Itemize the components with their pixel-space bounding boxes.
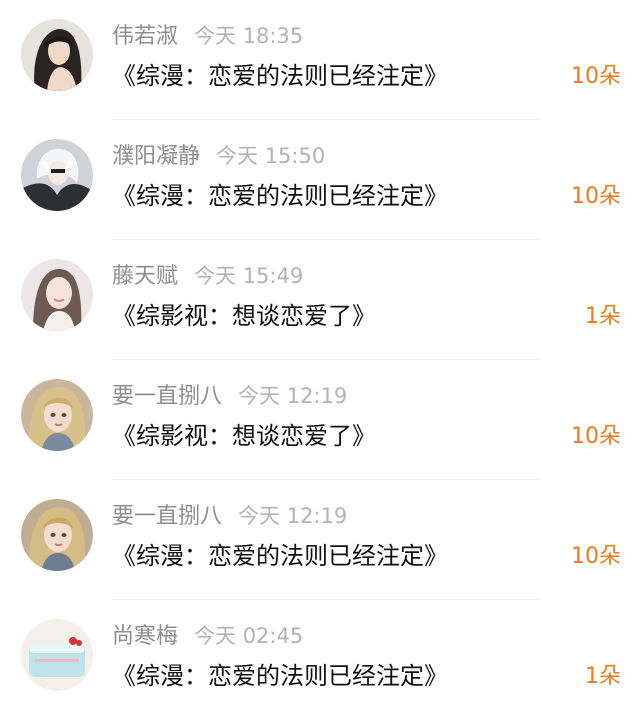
- gift-record-list: 伟若淑 今天 18:35 《综漫：恋爱的法则已经注定》 10朵 濮阳凝静 今天 15…: [0, 0, 640, 718]
- illustrated-girl-avatar-icon: [21, 379, 93, 451]
- timestamp: 今天 12:19: [238, 384, 348, 408]
- woman-dark-hair-avatar-icon: [21, 19, 93, 91]
- timestamp: 今天 15:49: [194, 264, 304, 288]
- avatar[interactable]: [21, 19, 93, 91]
- cake-avatar-icon: [21, 619, 93, 691]
- item-meta: 藤天赋 今天 15:49: [112, 262, 303, 292]
- username[interactable]: 要一直捌八: [112, 384, 222, 409]
- timestamp: 今天 02:45: [194, 624, 304, 648]
- flower-count: 1朵: [585, 304, 621, 329]
- book-title[interactable]: 《综漫：恋爱的法则已经注定》: [112, 178, 448, 214]
- book-title[interactable]: 《综影视：想谈恋爱了》: [112, 418, 376, 454]
- timestamp: 今天 18:35: [194, 24, 304, 48]
- username[interactable]: 伟若淑: [112, 24, 178, 49]
- timestamp: 今天 12:19: [238, 504, 348, 528]
- flower-count: 1朵: [585, 664, 621, 689]
- book-title[interactable]: 《综影视：想谈恋爱了》: [112, 298, 376, 334]
- list-item[interactable]: 尚寒梅 今天 02:45 《综漫：恋爱的法则已经注定》 1朵: [0, 600, 640, 718]
- flower-count: 10朵: [571, 64, 621, 89]
- item-meta: 尚寒梅 今天 02:45: [112, 622, 303, 652]
- item-meta: 要一直捌八 今天 12:19: [112, 382, 347, 412]
- avatar[interactable]: [21, 139, 93, 211]
- username[interactable]: 藤天赋: [112, 264, 178, 289]
- illustrated-girl-avatar-icon: [21, 499, 93, 571]
- username[interactable]: 濮阳凝静: [112, 144, 200, 169]
- timestamp: 今天 15:50: [216, 144, 326, 168]
- list-item[interactable]: 要一直捌八 今天 12:19 《综影视：想谈恋爱了》 10朵: [0, 360, 640, 480]
- anime-white-hair-avatar-icon: [21, 139, 93, 211]
- username[interactable]: 要一直捌八: [112, 504, 222, 529]
- flower-count: 10朵: [571, 544, 621, 569]
- avatar[interactable]: [21, 259, 93, 331]
- book-title[interactable]: 《综漫：恋爱的法则已经注定》: [112, 658, 448, 694]
- flower-count: 10朵: [571, 184, 621, 209]
- list-item[interactable]: 伟若淑 今天 18:35 《综漫：恋爱的法则已经注定》 10朵: [0, 0, 640, 120]
- username[interactable]: 尚寒梅: [112, 624, 178, 649]
- flower-count: 10朵: [571, 424, 621, 449]
- list-item[interactable]: 濮阳凝静 今天 15:50 《综漫：恋爱的法则已经注定》 10朵: [0, 120, 640, 240]
- item-meta: 要一直捌八 今天 12:19: [112, 502, 347, 532]
- list-item[interactable]: 要一直捌八 今天 12:19 《综漫：恋爱的法则已经注定》 10朵: [0, 480, 640, 600]
- avatar[interactable]: [21, 619, 93, 691]
- item-meta: 濮阳凝静 今天 15:50: [112, 142, 325, 172]
- book-title[interactable]: 《综漫：恋爱的法则已经注定》: [112, 58, 448, 94]
- list-item[interactable]: 藤天赋 今天 15:49 《综影视：想谈恋爱了》 1朵: [0, 240, 640, 360]
- avatar[interactable]: [21, 499, 93, 571]
- avatar[interactable]: [21, 379, 93, 451]
- woman-portrait-avatar-icon: [21, 259, 93, 331]
- book-title[interactable]: 《综漫：恋爱的法则已经注定》: [112, 538, 448, 574]
- item-meta: 伟若淑 今天 18:35: [112, 22, 303, 52]
